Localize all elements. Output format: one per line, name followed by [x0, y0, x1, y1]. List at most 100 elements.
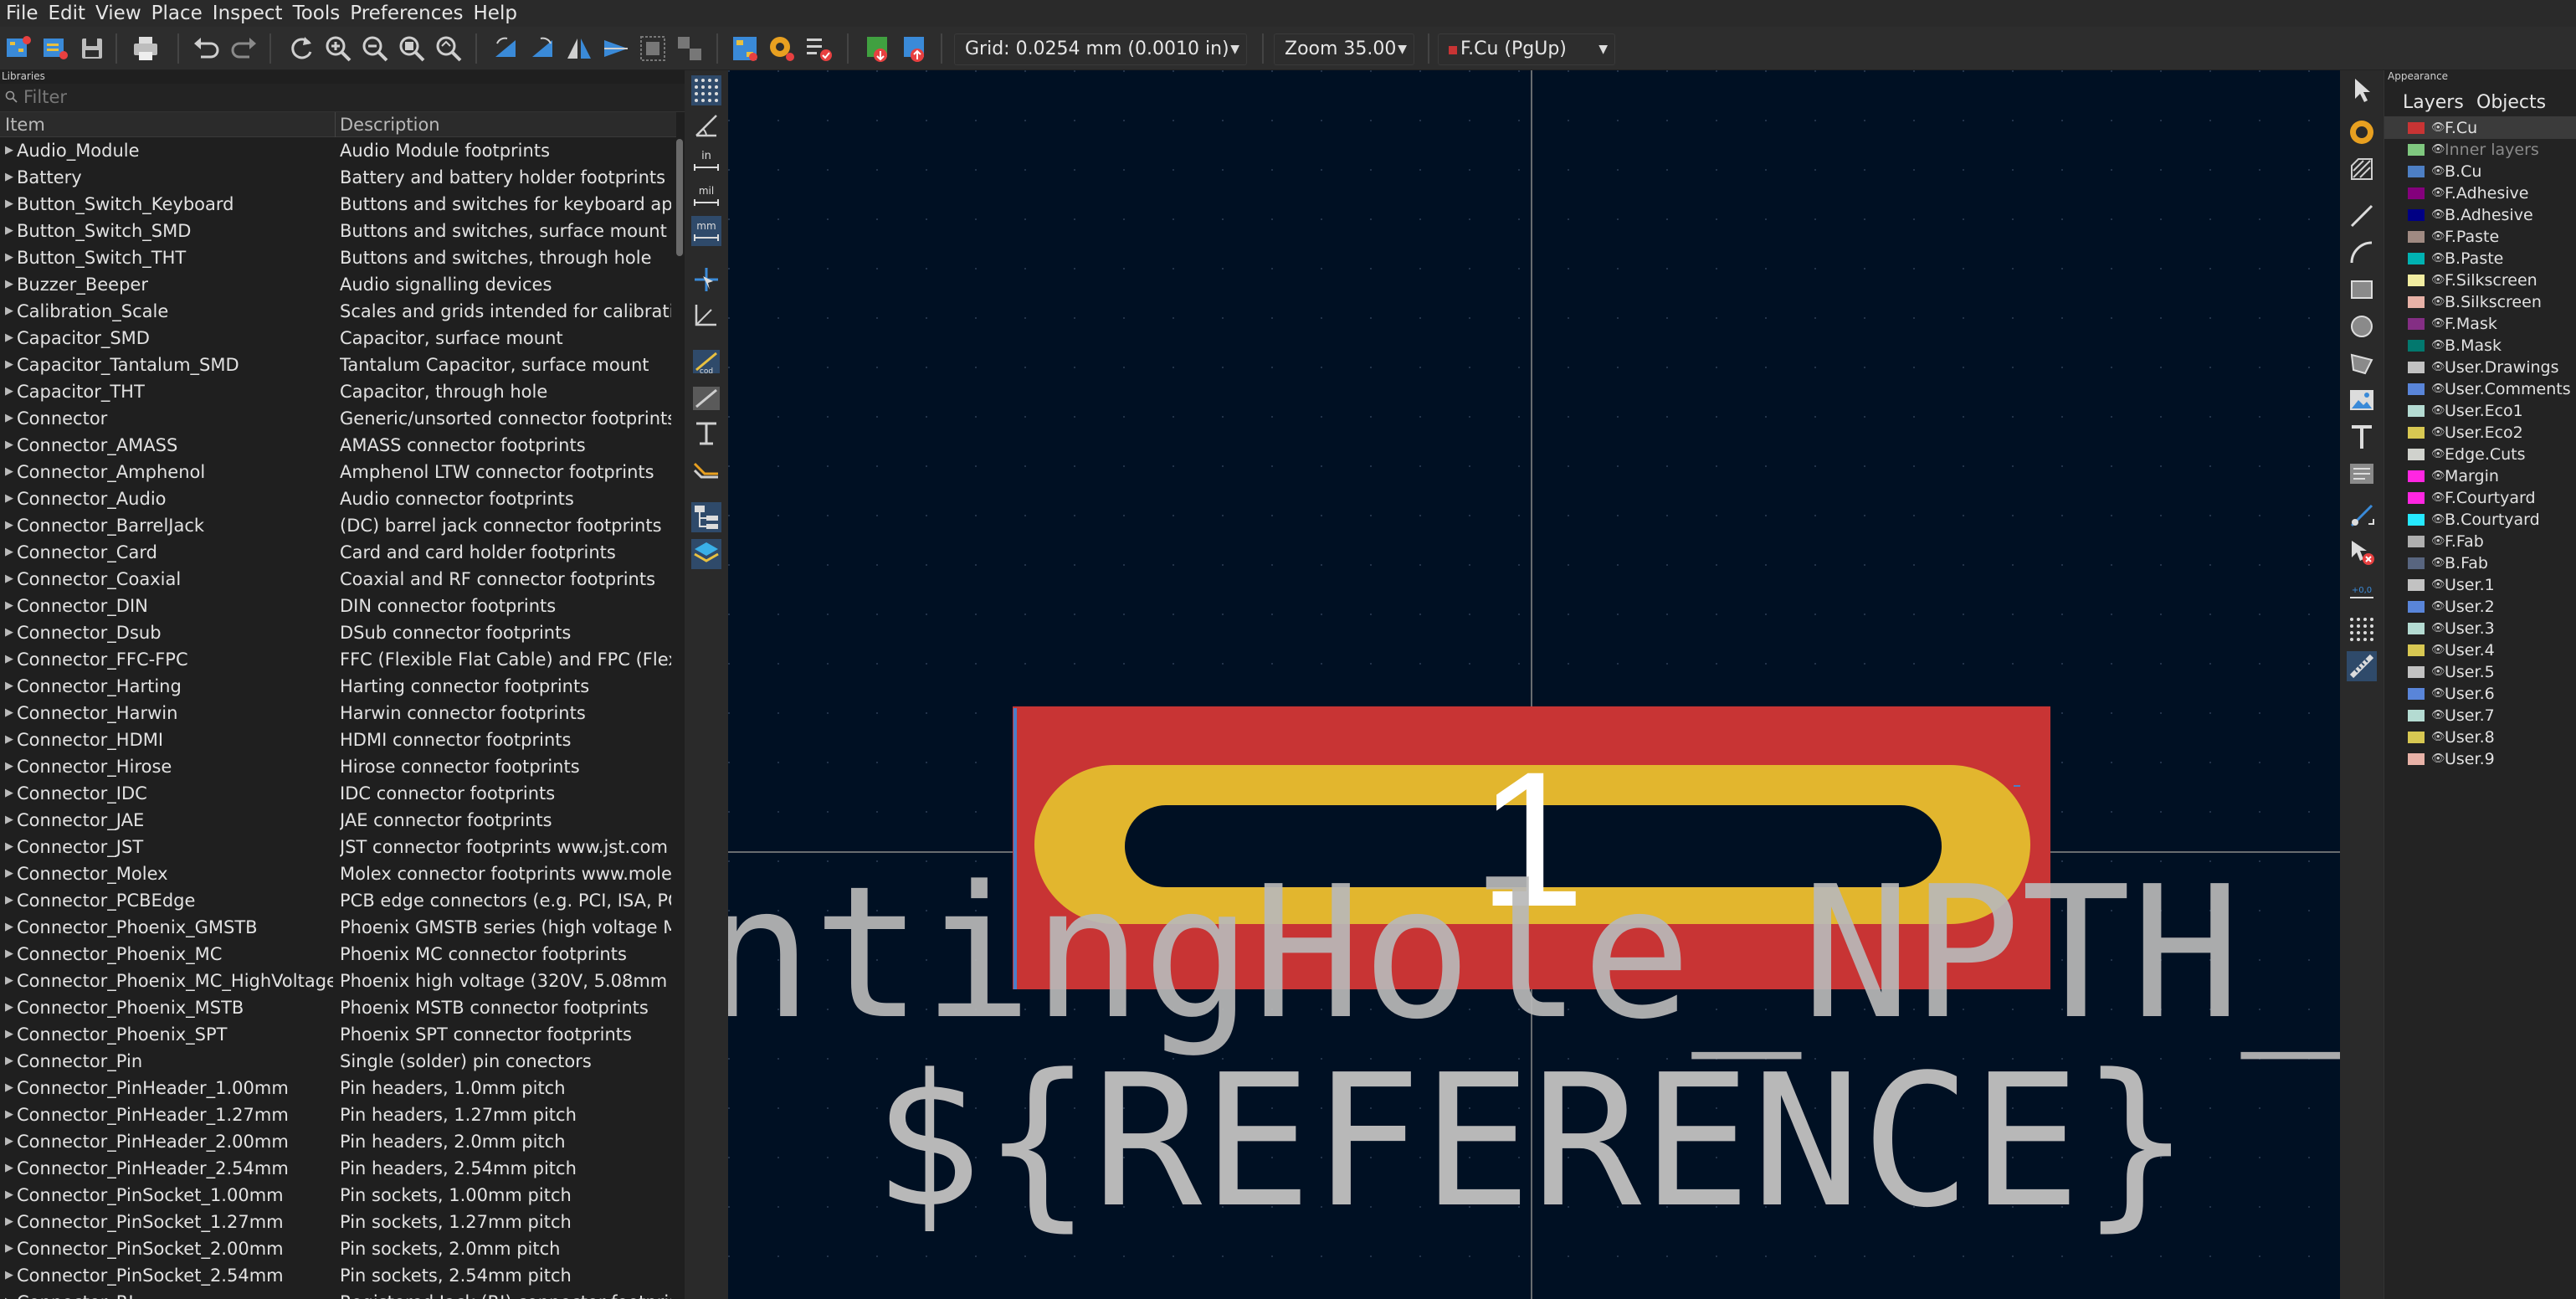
visibility-eye-icon[interactable]: 👁	[2431, 487, 2445, 509]
mirror-vertical-icon[interactable]	[601, 33, 631, 64]
expand-arrow-icon[interactable]: ▶	[5, 378, 13, 405]
visibility-eye-icon[interactable]: 👁	[2431, 378, 2445, 400]
add-pad-icon[interactable]	[2347, 117, 2377, 147]
layer-color-swatch[interactable]	[2408, 405, 2425, 417]
footprint-properties-icon[interactable]	[730, 33, 760, 64]
draw-line-icon[interactable]	[2347, 201, 2377, 231]
expand-arrow-icon[interactable]: ▶	[5, 1262, 13, 1289]
footprint-view[interactable]: 1 ntingHole_NPTH_0.8x7.0 ${REFERENCE}	[728, 70, 2340, 1299]
layer-row[interactable]: 👁 B.Fab	[2384, 552, 2576, 574]
library-row[interactable]: ▶ Button_Switch_SMD Buttons and switches, …	[0, 218, 675, 244]
expand-arrow-icon[interactable]: ▶	[5, 860, 13, 887]
expand-arrow-icon[interactable]: ▶	[5, 994, 13, 1021]
visibility-eye-icon[interactable]: 👁	[2431, 465, 2445, 487]
layer-color-swatch[interactable]	[2408, 579, 2425, 591]
menu-file[interactable]: File	[3, 0, 46, 27]
layer-row[interactable]: 👁 B.Cu	[2384, 161, 2576, 182]
library-row[interactable]: ▶ Button_Switch_Keyboard Buttons and switc…	[0, 191, 675, 218]
menu-inspect[interactable]: Inspect	[210, 0, 290, 27]
layer-row[interactable]: 👁 User.7	[2384, 705, 2576, 727]
expand-arrow-icon[interactable]: ▶	[5, 753, 13, 780]
load-from-board-icon[interactable]	[862, 33, 892, 64]
visibility-eye-icon[interactable]: 👁	[2431, 422, 2445, 444]
rotate-ccw-icon[interactable]	[490, 33, 521, 64]
expand-arrow-icon[interactable]: ▶	[5, 485, 13, 512]
visibility-eye-icon[interactable]: 👁	[2431, 444, 2445, 465]
grid-select[interactable]: Grid: 0.0254 mm (0.0010 in) ▼	[954, 33, 1247, 65]
layer-row[interactable]: 👁 User.9	[2384, 748, 2576, 770]
layer-row[interactable]: 👁 B.Mask	[2384, 335, 2576, 357]
library-row[interactable]: ▶ Capacitor_SMD Capacitor, surface mount	[0, 325, 675, 352]
footprint-reference-text[interactable]: ${REFERENCE}	[873, 1036, 2191, 1248]
expand-arrow-icon[interactable]: ▶	[5, 593, 13, 619]
cursor-crosshair-icon[interactable]	[691, 264, 721, 295]
expand-arrow-icon[interactable]: ▶	[5, 1235, 13, 1262]
layer-color-swatch[interactable]	[2408, 253, 2425, 264]
visibility-eye-icon[interactable]: 👁	[2431, 400, 2445, 422]
menu-place[interactable]: Place	[149, 0, 210, 27]
layer-color-swatch[interactable]	[2408, 275, 2425, 286]
visibility-eye-icon[interactable]: 👁	[2431, 161, 2445, 182]
expand-arrow-icon[interactable]: ▶	[5, 1075, 13, 1101]
library-row[interactable]: ▶ Connector_PinSocket_1.00mm Pin sockets, …	[0, 1182, 675, 1209]
library-row[interactable]: ▶ Connector_Audio Audio connector footprin…	[0, 485, 675, 512]
undo-icon[interactable]	[191, 33, 221, 64]
layer-color-swatch[interactable]	[2408, 166, 2425, 177]
expand-arrow-icon[interactable]: ▶	[5, 700, 13, 727]
expand-arrow-icon[interactable]: ▶	[5, 459, 13, 485]
zoom-in-icon[interactable]	[323, 33, 353, 64]
library-row[interactable]: ▶ Audio_Module Audio Module footprints	[0, 137, 675, 164]
delete-tool-icon[interactable]	[2347, 537, 2377, 567]
expand-arrow-icon[interactable]: ▶	[5, 244, 13, 271]
library-scrollbar[interactable]	[675, 137, 685, 1299]
expand-arrow-icon[interactable]: ▶	[5, 1101, 13, 1128]
expand-arrow-icon[interactable]: ▶	[5, 137, 13, 164]
visibility-eye-icon[interactable]: 👁	[2431, 270, 2445, 291]
add-text-icon[interactable]	[2347, 422, 2377, 452]
column-header-item[interactable]: Item	[5, 115, 45, 135]
ungroup-icon[interactable]	[675, 33, 705, 64]
expand-arrow-icon[interactable]: ▶	[5, 271, 13, 298]
expand-arrow-icon[interactable]: ▶	[5, 673, 13, 700]
expand-arrow-icon[interactable]: ▶	[5, 1182, 13, 1209]
add-image-icon[interactable]	[2347, 385, 2377, 415]
expand-arrow-icon[interactable]: ▶	[5, 646, 13, 673]
layer-color-swatch[interactable]	[2408, 710, 2425, 721]
visibility-eye-icon[interactable]: 👁	[2431, 552, 2445, 574]
layer-color-swatch[interactable]	[2408, 688, 2425, 700]
layer-row[interactable]: 👁 User.1	[2384, 574, 2576, 596]
pcb-canvas[interactable]: 1 ntingHole_NPTH_0.8x7.0 ${REFERENCE}	[728, 70, 2340, 1299]
layer-color-swatch[interactable]	[2408, 144, 2425, 156]
layer-color-swatch[interactable]	[2408, 514, 2425, 526]
menu-tools[interactable]: Tools	[290, 0, 348, 27]
select-arrow-icon[interactable]	[2347, 75, 2377, 105]
layer-row[interactable]: 👁 User.4	[2384, 639, 2576, 661]
library-filter[interactable]: Filter	[0, 84, 685, 112]
visibility-eye-icon[interactable]: 👁	[2431, 509, 2445, 531]
library-row[interactable]: ▶ Connector_PinHeader_1.27mm Pin headers, …	[0, 1101, 675, 1128]
library-row[interactable]: ▶ Connector_JAE JAE connector footprints	[0, 807, 675, 834]
set-anchor-icon[interactable]	[2347, 501, 2377, 531]
library-row[interactable]: ▶ Capacitor_Tantalum_SMD Tantalum Capacito…	[0, 352, 675, 378]
library-row[interactable]: ▶ Connector_AMASS AMASS connector footprin…	[0, 432, 675, 459]
layer-row[interactable]: 👁 B.Courtyard	[2384, 509, 2576, 531]
layer-color-swatch[interactable]	[2408, 187, 2425, 199]
library-row[interactable]: ▶ Connector_PinSocket_1.27mm Pin sockets, …	[0, 1209, 675, 1235]
mirror-horizontal-icon[interactable]	[564, 33, 594, 64]
layer-color-swatch[interactable]	[2408, 557, 2425, 569]
redo-icon[interactable]	[229, 33, 259, 64]
column-header-description[interactable]: Description	[340, 115, 440, 135]
draw-rectangle-icon[interactable]	[2347, 275, 2377, 305]
group-icon[interactable]	[638, 33, 668, 64]
layer-color-swatch[interactable]	[2408, 644, 2425, 656]
scrollbar-thumb[interactable]	[676, 139, 683, 256]
library-row[interactable]: ▶ Capacitor_THT Capacitor, through hole	[0, 378, 675, 405]
library-row[interactable]: ▶ Connector_PinSocket_2.54mm Pin sockets, …	[0, 1262, 675, 1289]
layer-color-swatch[interactable]	[2408, 340, 2425, 352]
library-row[interactable]: ▶ Connector_Molex Molex connector footprin…	[0, 860, 675, 887]
library-row[interactable]: ▶ Connector_Phoenix_MSTB Phoenix MSTB conn…	[0, 994, 675, 1021]
visibility-eye-icon[interactable]: 👁	[2431, 618, 2445, 639]
grid-toggle-icon[interactable]	[691, 75, 721, 105]
zoom-select[interactable]: Zoom 35.00 ▼	[1274, 33, 1414, 65]
layer-row[interactable]: 👁 User.8	[2384, 727, 2576, 748]
